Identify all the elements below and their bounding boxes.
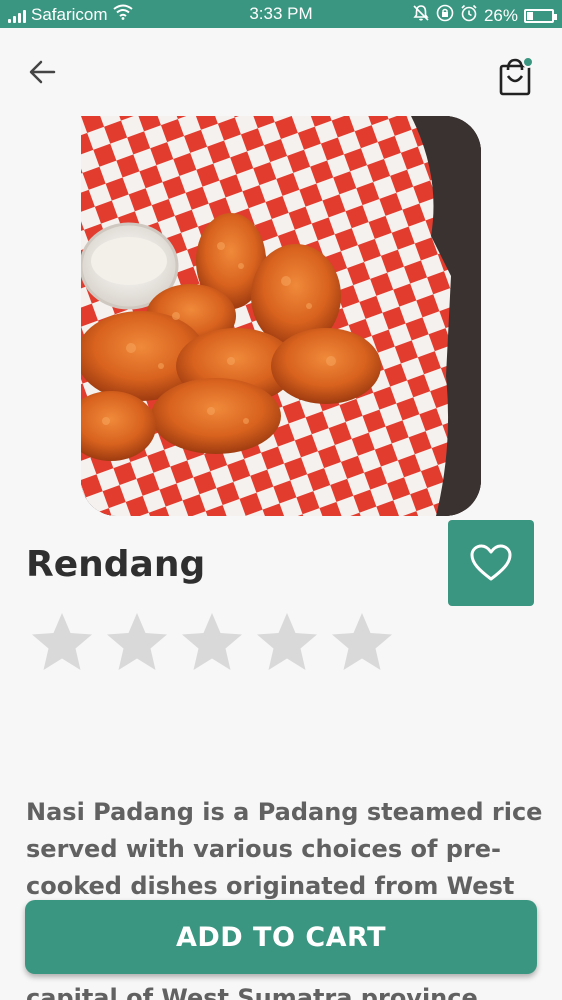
product-image — [81, 116, 481, 516]
product-description-tail: capital of West Sumatra province — [26, 980, 546, 1000]
status-bar: Safaricom 3:33 PM 26% — [0, 0, 562, 28]
alarm-icon — [460, 4, 478, 27]
star-icon[interactable] — [255, 610, 319, 674]
cart-button[interactable] — [494, 56, 538, 100]
battery-icon — [524, 8, 557, 23]
star-icon[interactable] — [180, 610, 244, 674]
rating-stars[interactable] — [30, 610, 405, 674]
battery-percent: 26% — [483, 5, 518, 25]
description-tail-text: capital of West Sumatra province — [26, 984, 478, 1000]
star-icon[interactable] — [30, 610, 94, 674]
add-to-cart-label: ADD TO CART — [175, 921, 387, 953]
product-title: Rendang — [26, 544, 206, 585]
add-to-cart-button[interactable]: ADD TO CART — [25, 900, 537, 974]
mute-icon — [412, 4, 430, 27]
cart-badge — [522, 56, 534, 68]
fried-chicken-basket-photo — [81, 116, 481, 516]
back-button[interactable] — [24, 54, 64, 90]
lock-rotation-icon — [436, 4, 454, 27]
star-icon[interactable] — [105, 610, 169, 674]
favorite-button[interactable] — [448, 520, 534, 606]
star-icon[interactable] — [330, 610, 394, 674]
arrow-left-icon — [29, 60, 56, 84]
status-right: 26% — [406, 4, 557, 27]
heart-outline-icon — [470, 544, 512, 581]
